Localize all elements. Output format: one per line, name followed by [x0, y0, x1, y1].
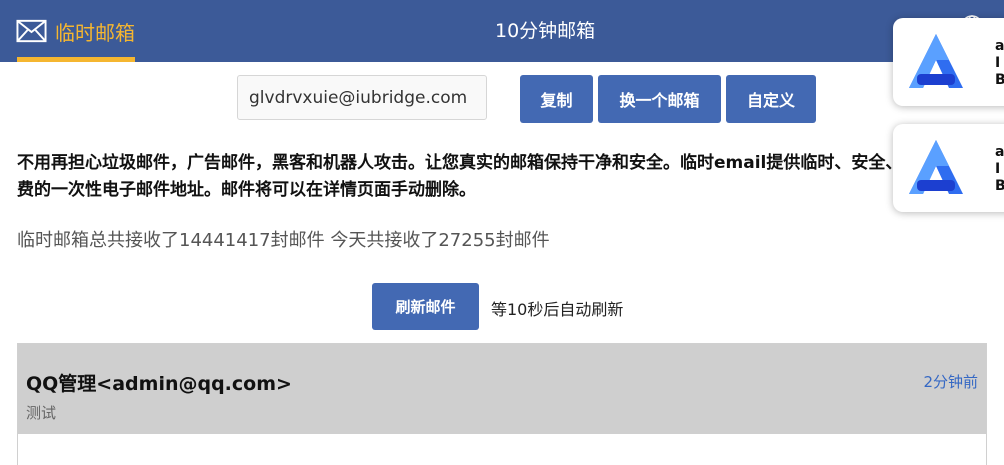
- page-title: 10分钟邮箱: [495, 20, 596, 42]
- ad-card[interactable]: a I B: [893, 124, 1004, 212]
- copy-button[interactable]: 复制: [520, 75, 593, 123]
- app-logo-icon: [909, 34, 963, 88]
- custom-mailbox-button[interactable]: 自定义: [726, 75, 816, 123]
- mail-stats: 临时邮箱总共接收了14441417封邮件 今天共接收了27255封邮件: [17, 230, 550, 251]
- mail-subject: 测试: [26, 404, 57, 422]
- envelope-icon: [16, 19, 47, 43]
- brand-label: 临时邮箱: [55, 20, 135, 45]
- intro-text: 不用再担心垃圾邮件，广告邮件，黑客和机器人攻击。让您真实的邮箱保持干净和安全。临…: [17, 153, 971, 200]
- auto-refresh-note: 等10秒后自动刷新: [491, 300, 624, 319]
- brand-link[interactable]: 临时邮箱: [16, 0, 135, 62]
- mail-list-item[interactable]: QQ管理<admin@qq.com> 测试 2分钟前: [18, 344, 986, 434]
- mail-time: 2分钟前: [923, 373, 978, 391]
- active-tab-indicator: [17, 57, 135, 62]
- ad-text: a I B: [995, 38, 1004, 88]
- app-logo-icon: [909, 140, 963, 194]
- top-navbar: 临时邮箱 10分钟邮箱: [0, 0, 1004, 62]
- ad-card[interactable]: a I B: [893, 18, 1004, 106]
- ad-text: a I B: [995, 144, 1004, 194]
- email-address-field[interactable]: [237, 75, 487, 120]
- change-mailbox-button[interactable]: 换一个邮箱: [598, 75, 721, 123]
- refresh-mail-button[interactable]: 刷新邮件: [372, 283, 479, 330]
- mail-sender: QQ管理<admin@qq.com>: [26, 373, 292, 395]
- mail-list: QQ管理<admin@qq.com> 测试 2分钟前: [17, 343, 987, 465]
